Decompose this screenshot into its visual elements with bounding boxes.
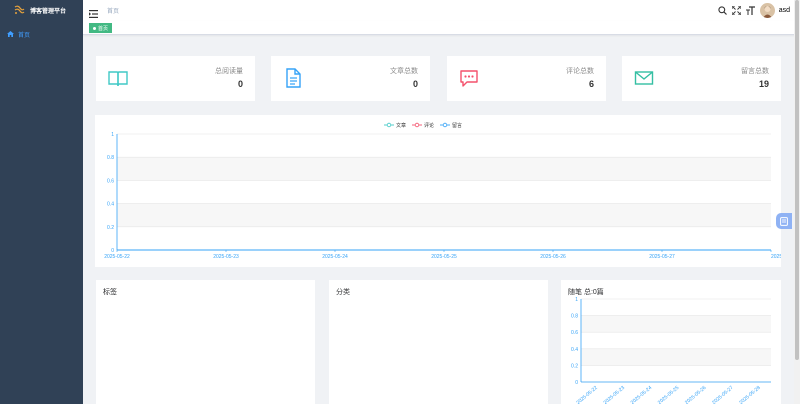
y-tick-label: 1 (111, 132, 114, 138)
stat-card-messages[interactable]: 留言总数 19 (622, 56, 781, 101)
legend-marker (386, 122, 392, 128)
comment-icon (459, 68, 479, 93)
stat-value: 0 (237, 79, 243, 89)
size-select-button[interactable] (745, 6, 755, 15)
x-tick-label: 2025-05-22 (104, 254, 130, 260)
avatar[interactable] (759, 3, 775, 18)
y-tick-label: 0.8 (107, 155, 114, 161)
logo[interactable]: 博客管理平台 (0, 0, 83, 20)
y-tick-label: 0.4 (571, 347, 578, 353)
stat-label: 留言总数 (741, 68, 769, 75)
fullscreen-icon (731, 6, 741, 15)
book-icon (108, 68, 128, 93)
x-tick-label: 2025-05-25 (657, 385, 681, 404)
page-scrollbar-thumb[interactable] (795, 0, 799, 360)
right-menu: asd (718, 0, 800, 21)
active-dot-icon (93, 26, 96, 30)
stat-card-articles[interactable]: 文章总数 0 (271, 56, 430, 101)
x-tick-label: 2025-05-27 (649, 254, 675, 260)
legend-marker (414, 122, 420, 128)
line-chart: 00.20.40.60.812025-05-22 2025-05-23 2025-0… (104, 122, 787, 260)
essay-bar-chart: 00.20.40.60.812025-05-22 2025-05-23 2025-0… (571, 297, 771, 404)
x-tick-label: 2025-05-24 (322, 254, 348, 260)
hamburger-icon (89, 10, 98, 18)
stat-card-comments[interactable]: 评论总数 6 (447, 56, 606, 101)
legend-label: 文章 (396, 122, 406, 129)
grid-band (117, 203, 771, 227)
stat-label: 总阅读量 (215, 68, 243, 75)
stat-label: 文章总数 (390, 68, 418, 75)
y-tick-label: 0.6 (571, 330, 578, 336)
tags-panel-title: 标签 (103, 289, 117, 296)
stat-value: 0 (412, 79, 418, 89)
navbar: 首页 asd (83, 0, 800, 21)
document-icon (283, 68, 303, 93)
category-panel-title: 分类 (336, 289, 350, 296)
username[interactable]: asd (779, 7, 790, 14)
y-tick-label: 0.2 (571, 363, 578, 369)
logo-icon (14, 5, 25, 14)
essay-panel: 随笔 总:0篇 0 0.2 0.4 0.6 0.8 1 2025-05-22 2025-05-… (561, 280, 781, 404)
breadcrumb-item[interactable]: 首页 (107, 9, 119, 15)
x-tick-label: 2025-05-26 (540, 254, 566, 260)
y-tick-label: 0.6 (107, 178, 114, 184)
tag-home[interactable]: 首页 (89, 23, 113, 33)
legend-label: 评论 (424, 122, 434, 129)
search-button[interactable] (718, 6, 727, 15)
y-tick-label: 0 (575, 380, 578, 386)
y-tick-label: 0.2 (107, 225, 114, 231)
home-icon (7, 31, 14, 37)
settings-float-button[interactable] (776, 213, 792, 229)
grid-band (581, 348, 771, 366)
avatar-image (759, 3, 775, 18)
legend-marker (442, 122, 448, 128)
settings-panel-icon (780, 216, 788, 226)
x-tick-label: 2025-05-27 (711, 385, 735, 404)
x-tick-label: 2025-05-28 (738, 385, 762, 404)
x-tick-label: 2025-05-23 (603, 385, 627, 404)
x-tick-label: 2025-05-24 (630, 385, 654, 404)
x-tick-label: 2025-05-23 (213, 254, 239, 260)
tags-view: 首页 (83, 21, 800, 35)
grid-band (117, 157, 771, 181)
stat-value: 19 (758, 79, 769, 89)
tag-label: 首页 (98, 25, 109, 32)
stat-label: 评论总数 (566, 68, 594, 75)
y-tick-label: 0.4 (107, 202, 114, 208)
x-tick-label: 2025-05-22 (575, 385, 599, 404)
app-title: 博客管理平台 (30, 8, 67, 15)
y-tick-label: 1 (575, 297, 578, 303)
stat-value: 6 (588, 79, 594, 89)
sidebar-item-label: 首页 (18, 32, 31, 39)
category-panel: 分类 (329, 280, 548, 404)
font-size-icon (745, 6, 755, 15)
sidebar: 博客管理平台 首页 (0, 0, 83, 404)
grid-band (581, 315, 771, 333)
x-tick-label: 2025-05-25 (431, 254, 457, 260)
message-icon (634, 68, 654, 93)
sidebar-item-home[interactable]: 首页 (0, 22, 83, 46)
fullscreen-button[interactable] (731, 6, 741, 15)
legend-label: 留言 (452, 122, 462, 129)
breadcrumb: 首页 (107, 6, 119, 15)
stat-card-reads[interactable]: 总阅读量 0 (96, 56, 255, 101)
line-chart-panel: 0 0.2 0.4 0.6 0.8 1 2025-05-22 2025-05-23 2025-0… (95, 115, 787, 267)
x-tick-label: 2025-05-26 (684, 385, 708, 404)
y-tick-label: 0.8 (571, 314, 578, 320)
search-icon (718, 6, 727, 15)
x-tick-label: 2025-0 (771, 254, 781, 260)
tags-panel: 标签 (96, 280, 315, 404)
